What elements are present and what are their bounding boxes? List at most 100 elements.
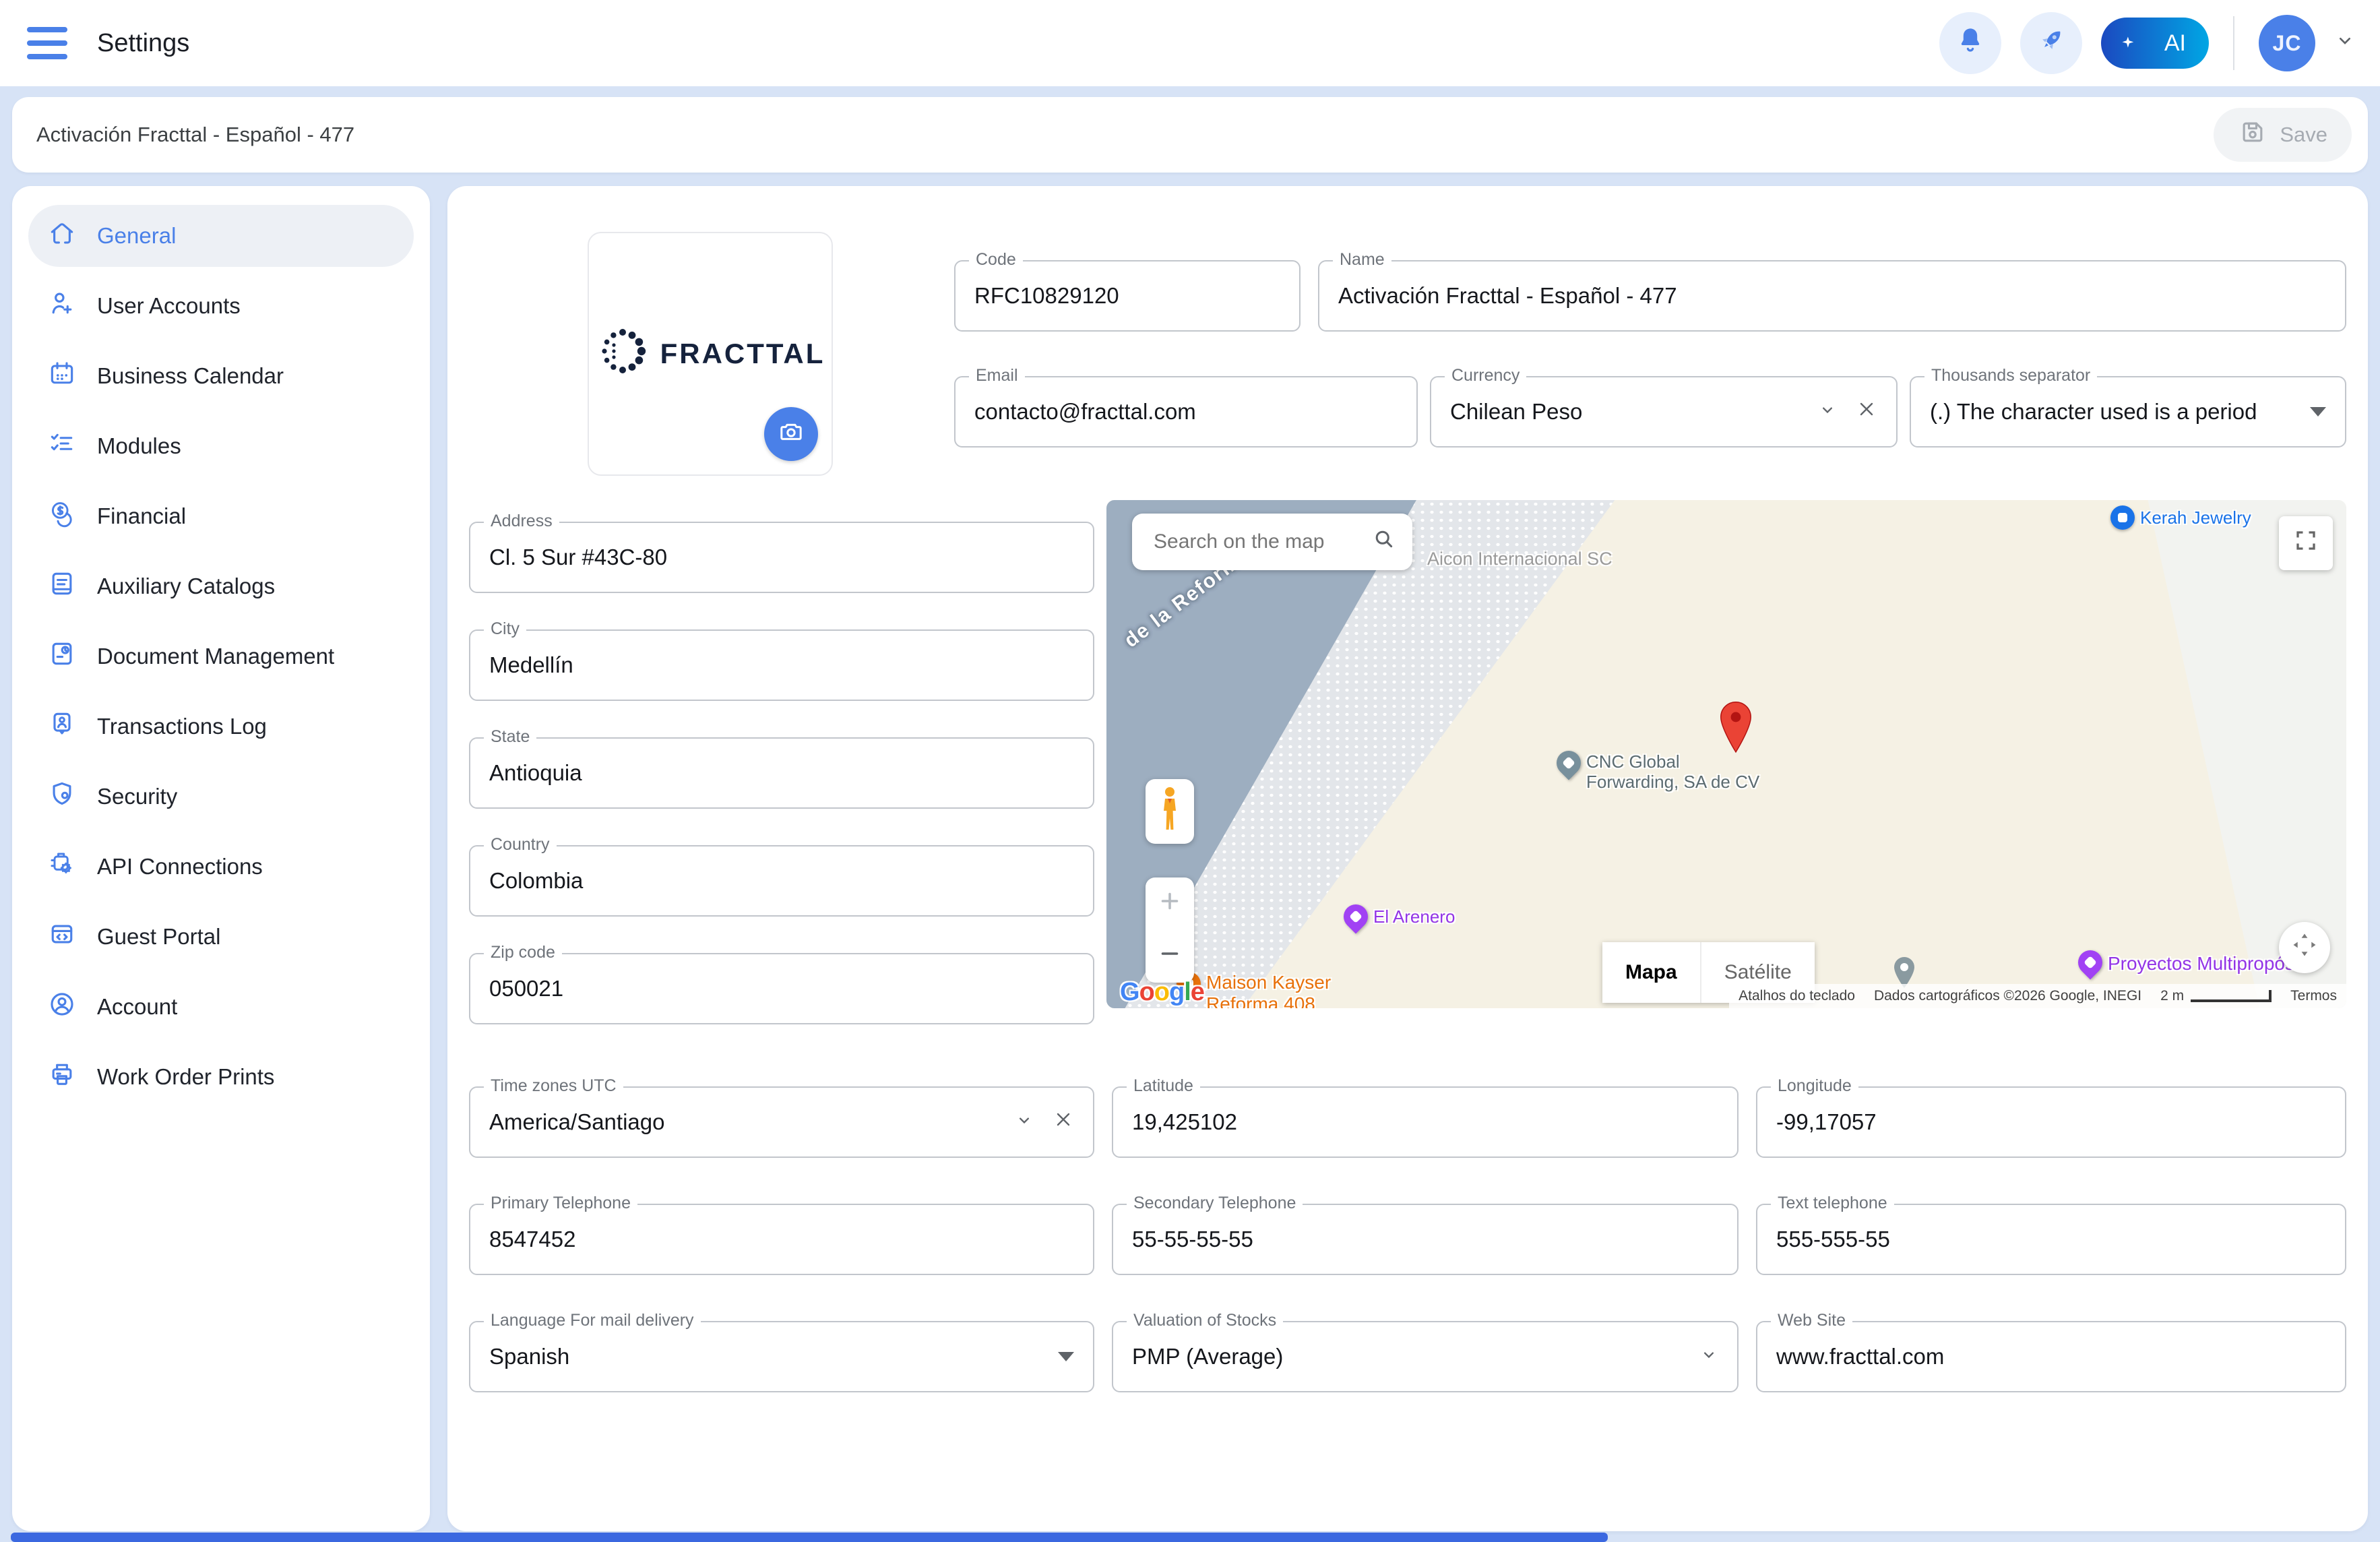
menu-icon[interactable] [27,27,67,59]
map-search-box[interactable] [1132,514,1412,570]
google-logo[interactable]: Google [1120,978,1205,1007]
longitude-input[interactable] [1757,1109,2345,1135]
country-input[interactable] [470,868,1093,894]
rocket-icon [2035,24,2067,62]
name-input[interactable] [1319,283,2345,309]
email-field[interactable]: Email [954,366,1418,448]
sidebar-item-document-management[interactable]: Document Management [28,625,414,687]
sidebar-item-label: User Accounts [97,293,241,318]
text-telephone-label: Text telephone [1771,1194,1894,1213]
email-input[interactable] [956,399,1416,425]
text-telephone-field[interactable]: Text telephone [1756,1194,2346,1275]
chevron-down-icon[interactable] [1699,1345,1718,1369]
zip-code-field[interactable]: Zip code [469,943,1094,1024]
sidebar-item-auxiliary-catalogs[interactable]: Auxiliary Catalogs [28,555,414,617]
thousands-separator-label: Thousands separator [1924,366,2098,386]
latitude-input[interactable] [1113,1109,1737,1135]
currency-field[interactable]: Currency Chilean Peso [1430,366,1898,448]
search-icon[interactable] [1372,527,1396,557]
zoom-out-button[interactable] [1158,942,1182,971]
country-label: Country [484,835,557,855]
sidebar-item-financial[interactable]: Financial [28,485,414,547]
secondary-telephone-input[interactable] [1113,1227,1737,1252]
sidebar-item-user-accounts[interactable]: User Accounts [28,275,414,337]
address-input[interactable] [470,545,1093,570]
chevron-down-icon[interactable] [1015,1110,1034,1135]
website-field[interactable]: Web Site [1756,1311,2346,1392]
coin-dollar-icon [47,499,77,534]
launch-button[interactable] [2020,12,2082,74]
id-card-icon [47,709,77,744]
chevron-down-icon[interactable] [1818,400,1837,425]
save-icon [2238,117,2267,152]
stock-valuation-field[interactable]: Valuation of Stocks PMP (Average) [1112,1311,1739,1392]
sidebar-item-account[interactable]: Account [28,976,414,1038]
sidebar-item-label: API Connections [97,854,263,879]
zoom-control [1146,877,1194,983]
sidebar-item-api-connections[interactable]: API Connections [28,836,414,898]
sidebar-item-work-order-prints[interactable]: Work Order Prints [28,1046,414,1108]
sidebar-item-label: Modules [97,433,181,458]
clear-icon[interactable] [1053,1109,1074,1136]
map-search-input[interactable] [1151,529,1372,555]
pegman-control[interactable] [1146,779,1194,844]
dropdown-caret-icon[interactable] [2310,407,2326,417]
ai-label: AI [2164,30,2186,56]
city-field[interactable]: City [469,619,1094,701]
address-field[interactable]: Address [469,512,1094,593]
zoom-in-button[interactable] [1158,889,1182,919]
primary-telephone-field[interactable]: Primary Telephone [469,1194,1094,1275]
map-view-button[interactable]: Mapa [1602,942,1701,1003]
poi-el-arenero[interactable]: El Arenero [1338,899,1455,934]
camera-icon [778,418,805,450]
location-marker-icon[interactable] [1716,700,1756,762]
terms-link[interactable]: Termos [2281,984,2346,1008]
fullscreen-button[interactable] [2279,516,2333,570]
country-field[interactable]: Country [469,835,1094,917]
zip-code-input[interactable] [470,976,1093,1001]
keyboard-shortcuts-button[interactable]: Atalhos do teclado [1729,984,1865,1008]
sidebar-item-modules[interactable]: Modules [28,415,414,477]
thousands-separator-field[interactable]: Thousands separator (.) The character us… [1910,366,2346,448]
fullscreen-icon [2294,528,2318,558]
secondary-telephone-field[interactable]: Secondary Telephone [1112,1194,1739,1275]
mail-language-field[interactable]: Language For mail delivery Spanish [469,1311,1094,1392]
google-map[interactable]: de la Reforma Aicon Internacional SC Ker… [1106,500,2346,1008]
sidebar-item-label: Document Management [97,644,335,669]
poi-proyectos-multiproposito[interactable]: Proyectos Multipropósito [2073,945,2315,980]
sidebar-item-general[interactable]: General [28,205,414,267]
change-photo-button[interactable] [764,407,818,461]
clear-icon[interactable] [1856,398,1877,425]
sidebar-item-security[interactable]: Security [28,766,414,828]
code-field[interactable]: Code [954,250,1301,332]
website-input[interactable] [1757,1344,2345,1369]
sidebar-item-transactions-log[interactable]: Transactions Log [28,696,414,758]
sidebar-item-guest-portal[interactable]: Guest Portal [28,906,414,968]
state-field[interactable]: State [469,727,1094,809]
fracttal-logo-mark-icon [596,324,650,383]
avatar[interactable]: JC [2259,15,2315,71]
longitude-label: Longitude [1771,1076,1858,1096]
dropdown-caret-icon[interactable] [1058,1352,1074,1361]
ai-assistant-button[interactable]: AI [2101,18,2209,69]
name-field[interactable]: Name [1318,250,2346,332]
state-input[interactable] [470,760,1093,786]
sidebar-item-label: Transactions Log [97,714,267,739]
notifications-button[interactable] [1939,12,2001,74]
mail-language-label: Language For mail delivery [484,1311,701,1330]
save-button[interactable]: Save [2214,108,2352,162]
code-input[interactable] [956,283,1299,309]
primary-telephone-input[interactable] [470,1227,1093,1252]
latitude-field[interactable]: Latitude [1112,1076,1739,1158]
city-input[interactable] [470,652,1093,678]
toolbar: Activación Fracttal - Español - 477 Save [12,97,2368,173]
pan-control[interactable] [2279,922,2330,973]
timezone-field[interactable]: Time zones UTC America/Santiago [469,1076,1094,1158]
longitude-field[interactable]: Longitude [1756,1076,2346,1158]
poi-kerah-jewelry[interactable]: Kerah Jewelry [2110,505,2251,530]
text-telephone-input[interactable] [1757,1227,2345,1252]
bottom-scrollbar[interactable] [11,1533,1608,1542]
chevron-down-icon[interactable] [2334,30,2356,57]
sidebar-item-business-calendar[interactable]: Business Calendar [28,345,414,407]
scale-bar [2191,990,2272,1002]
